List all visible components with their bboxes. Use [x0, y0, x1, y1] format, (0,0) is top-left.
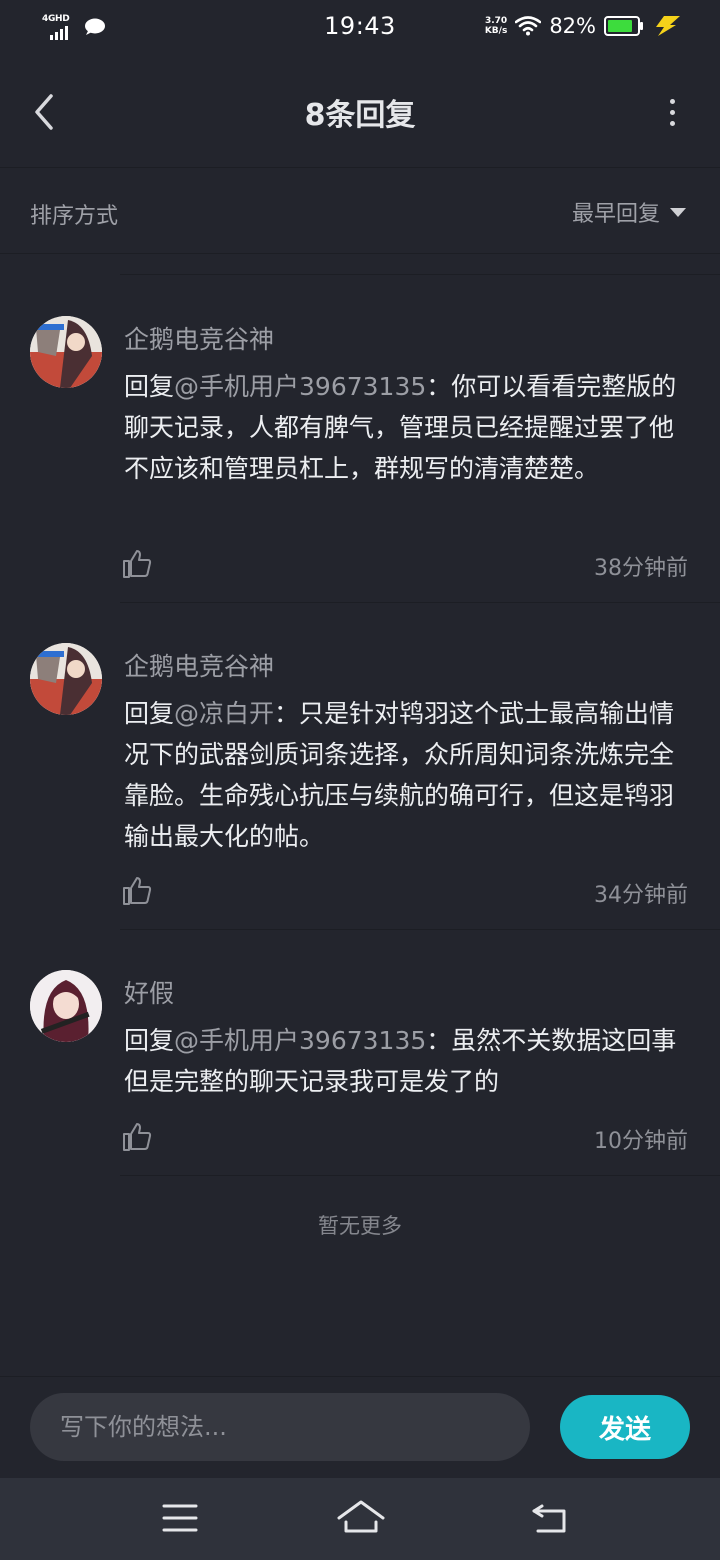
- menu-icon[interactable]: [158, 1498, 202, 1538]
- more-dot-icon: [669, 98, 675, 104]
- more-options-button[interactable]: [660, 92, 684, 132]
- sort-bar: 排序方式 最早回复: [0, 168, 720, 254]
- comment-username[interactable]: 企鹅电竞谷神: [124, 320, 274, 356]
- no-more-text: 暂无更多: [318, 1214, 402, 1238]
- comment-time: 10分钟前: [594, 1129, 688, 1154]
- mention-link[interactable]: @凉白开: [174, 699, 274, 728]
- thumbs-up-icon[interactable]: [122, 1122, 152, 1152]
- mention-link[interactable]: @手机用户39673135: [174, 372, 426, 401]
- divider: [120, 1175, 720, 1176]
- sort-label: 排序方式: [30, 204, 119, 229]
- comment-time: 34分钟前: [594, 883, 688, 908]
- divider: [120, 929, 720, 930]
- charging-icon: [656, 16, 680, 36]
- divider: [120, 602, 720, 603]
- system-nav-bar: [0, 1478, 720, 1560]
- caret-down-icon: [670, 207, 686, 217]
- reply-prefix: 回复: [124, 699, 175, 728]
- avatar[interactable]: [30, 970, 102, 1042]
- avatar[interactable]: [30, 643, 102, 715]
- avatar-image: [30, 970, 102, 1042]
- reply-input-bar: 发送: [0, 1376, 720, 1478]
- avatar-image: [30, 643, 102, 715]
- battery-icon: [604, 16, 643, 36]
- reply-prefix: 回复: [124, 1026, 175, 1055]
- status-bar: 4GHD 19:43 3.70 KB/s 82%: [0, 0, 720, 56]
- comment-time: 38分钟前: [594, 556, 688, 581]
- reply-prefix: 回复: [124, 372, 175, 401]
- comment-username[interactable]: 好假: [124, 974, 174, 1010]
- network-speed: 3.70 KB/s: [484, 16, 508, 36]
- thumbs-up-icon[interactable]: [122, 549, 152, 579]
- comment-text: 回复@凉白开：只是针对鸨羽这个武士最高输出情况下的武器剑质词条选择，众所周知词条…: [124, 693, 694, 857]
- more-dot-icon: [669, 109, 675, 115]
- sort-dropdown[interactable]: 最早回复: [572, 196, 686, 228]
- wifi-icon: [515, 16, 542, 36]
- reply-input[interactable]: [30, 1393, 530, 1461]
- more-dot-icon: [669, 120, 675, 126]
- avatar[interactable]: [30, 316, 102, 388]
- thumbs-up-icon[interactable]: [122, 876, 152, 906]
- battery-percent: 82%: [549, 14, 596, 38]
- home-icon[interactable]: [336, 1498, 386, 1538]
- comment-username[interactable]: 企鹅电竞谷神: [124, 647, 274, 683]
- back-nav-icon[interactable]: [528, 1498, 572, 1538]
- app-header: 8条回复: [0, 56, 720, 168]
- comment-text: 回复@手机用户39673135：你可以看看完整版的聊天记录，人都有脾气，管理员已…: [124, 366, 694, 489]
- status-right: 3.70 KB/s 82%: [485, 14, 682, 38]
- page-title: 8条回复: [304, 98, 416, 133]
- send-button[interactable]: 发送: [560, 1395, 690, 1459]
- comment-text: 回复@手机用户39673135：虽然不关数据这回事但是完整的聊天记录我可是发了的: [124, 1020, 694, 1102]
- sort-selected-value: 最早回复: [571, 202, 660, 227]
- divider: [120, 274, 720, 275]
- avatar-image: [30, 316, 102, 388]
- mention-link[interactable]: @手机用户39673135: [174, 1026, 426, 1055]
